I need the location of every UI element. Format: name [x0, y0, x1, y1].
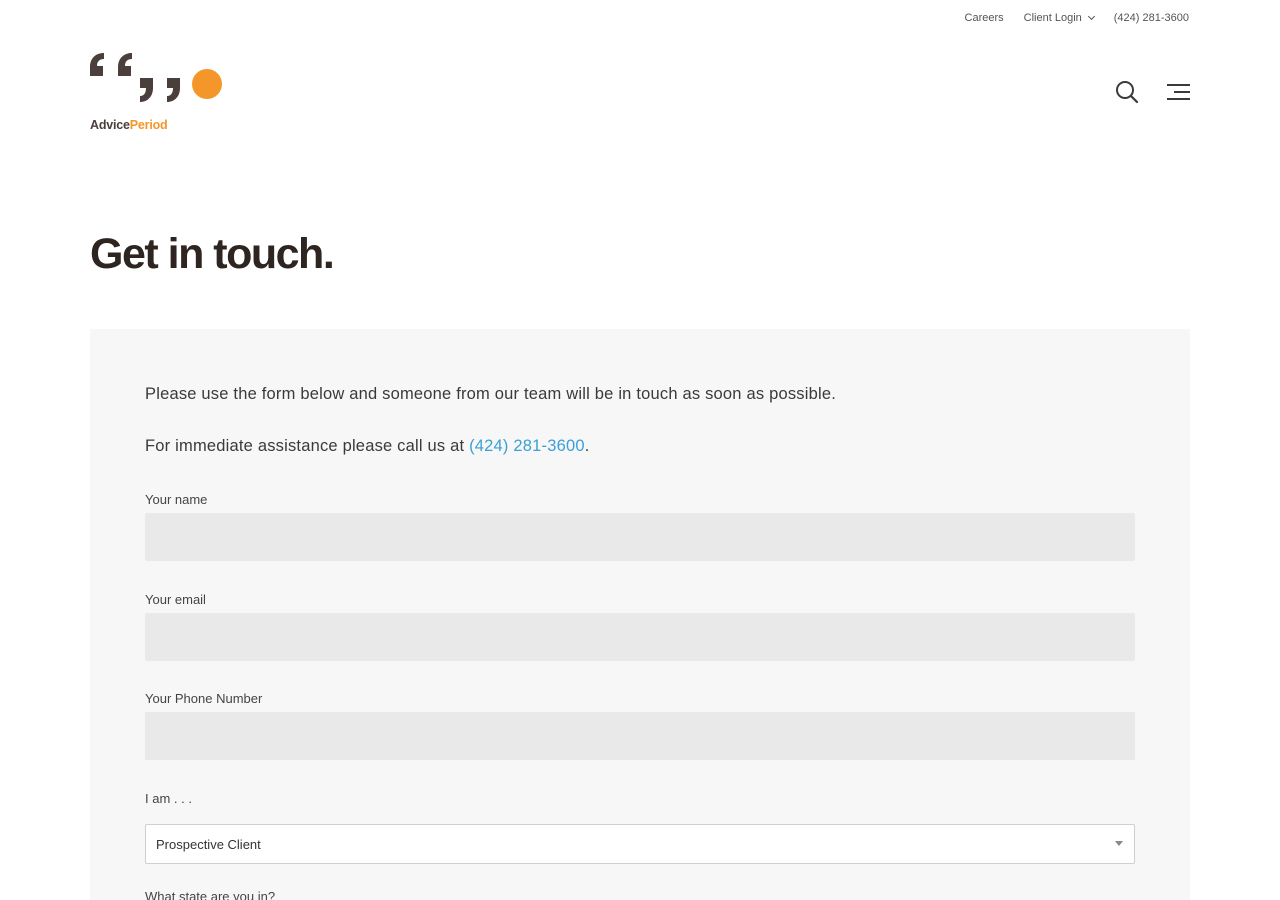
- iam-select[interactable]: Prospective Client: [145, 824, 1135, 864]
- assistance-text: For immediate assistance please call us …: [145, 437, 590, 456]
- name-input[interactable]: [145, 513, 1135, 561]
- assistance-prefix: For immediate assistance please call us …: [145, 437, 470, 455]
- top-utility-nav: Careers Client Login (424) 281-3600: [965, 12, 1189, 24]
- logo-word-period: Period: [129, 118, 168, 132]
- phone-label: Your Phone Number: [145, 691, 263, 706]
- assistance-phone-link[interactable]: (424) 281-3600: [469, 437, 585, 455]
- phone-link[interactable]: (424) 281-3600: [1114, 12, 1189, 24]
- assistance-suffix: .: [584, 437, 590, 455]
- advice-period-logo[interactable]: AdvicePeriod: [90, 52, 225, 134]
- search-icon[interactable]: [1115, 80, 1139, 104]
- careers-link[interactable]: Careers: [965, 12, 1004, 24]
- logo-wordmark: AdvicePeriod: [90, 118, 168, 132]
- client-login-dropdown[interactable]: Client Login: [1023, 12, 1095, 24]
- client-login-label: Client Login: [1023, 12, 1082, 24]
- dropdown-arrow-icon: [1115, 841, 1123, 846]
- menu-line: [1167, 98, 1190, 100]
- state-label: What state are you in?: [145, 889, 276, 900]
- chevron-down-icon: [1087, 12, 1095, 21]
- menu-line: [1173, 91, 1190, 93]
- email-label: Your email: [145, 592, 206, 607]
- iam-label: I am . . .: [145, 791, 192, 806]
- email-input[interactable]: [145, 613, 1135, 661]
- phone-input[interactable]: [145, 712, 1135, 760]
- logo-word-advice: Advice: [90, 118, 130, 132]
- hamburger-menu-icon[interactable]: [1167, 84, 1190, 100]
- quote-marks-logo-mark: [90, 53, 222, 102]
- page-title: Get in touch.: [90, 230, 335, 278]
- menu-line: [1167, 84, 1190, 86]
- header-actions: [1115, 80, 1190, 104]
- iam-selected-value: Prospective Client: [156, 836, 261, 852]
- intro-text: Please use the form below and someone fr…: [145, 385, 836, 403]
- name-label: Your name: [145, 492, 208, 507]
